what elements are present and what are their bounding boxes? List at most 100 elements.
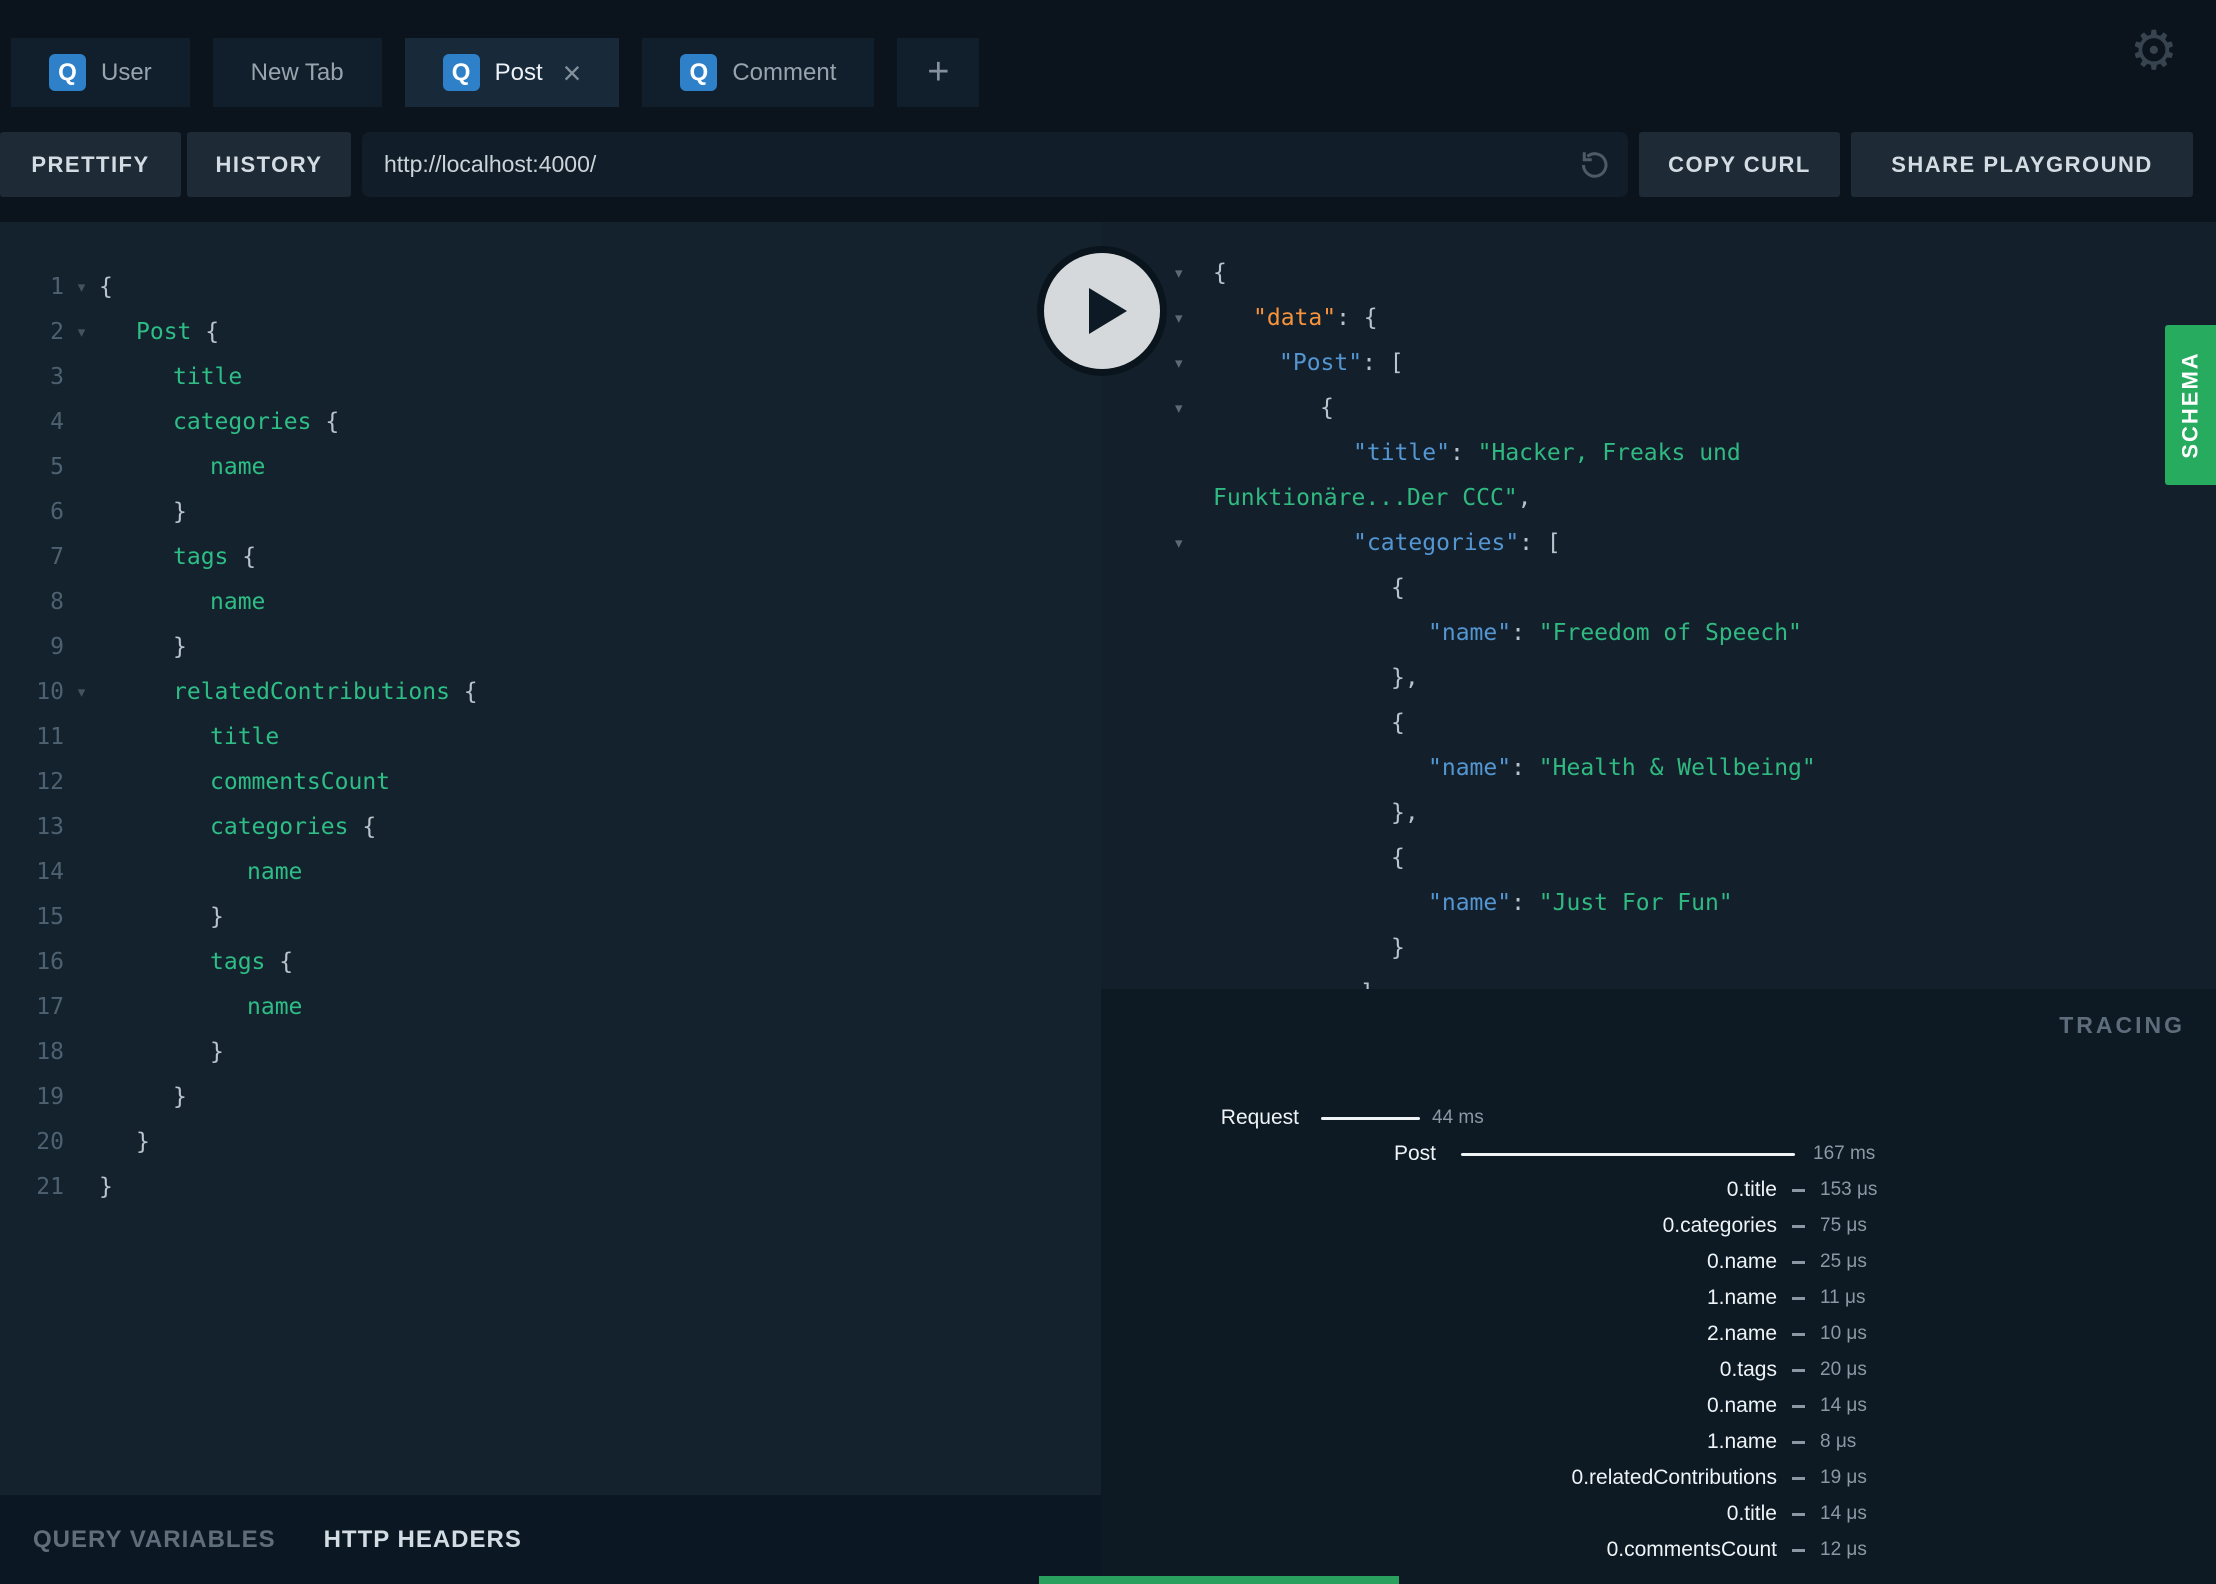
tab-bar: Q User New Tab Q Post × Q Comment + ⚙ xyxy=(0,0,2216,107)
punctuation: : { xyxy=(1336,304,1378,331)
trace-label: 0.title xyxy=(1726,1502,1777,1525)
code-text: } xyxy=(99,1174,113,1200)
code-text: }, xyxy=(1213,800,1419,826)
code-text: Funktionäre...Der CCC", xyxy=(1213,485,1532,511)
code-text: { xyxy=(1213,845,1405,871)
new-tab-button[interactable]: + xyxy=(897,38,980,107)
json-key: "name" xyxy=(1428,754,1512,781)
trace-duration: 14 μs xyxy=(1820,1395,1867,1416)
tabs-row: Q User New Tab Q Post × Q Comment + xyxy=(11,38,980,107)
result-viewer: ▾{▾ "data": {▾ "Post": [▾{"title": "Hacker… xyxy=(1101,222,2216,990)
code-text: categories { xyxy=(99,814,376,840)
punctuation: { xyxy=(311,408,340,435)
result-pane: ▾{▾ "data": {▾ "Post": [▾{"title": "Hacker… xyxy=(1101,222,2216,1584)
code-text: } xyxy=(99,499,187,525)
tab-user[interactable]: Q User xyxy=(11,38,190,107)
code-text: categories { xyxy=(99,409,339,435)
tracing-title: TRACING xyxy=(2059,1012,2185,1038)
code-text: "name": "Just For Fun" xyxy=(1213,890,1733,916)
trace-row: 0.title 153 μs xyxy=(1101,1172,2216,1208)
share-playground-button[interactable]: SHARE PLAYGROUND xyxy=(1851,132,2193,197)
line-number: 8 xyxy=(50,588,64,615)
result-line: "name": "Freedom of Speech" xyxy=(1101,610,2216,655)
history-button[interactable]: HISTORY xyxy=(187,132,351,197)
result-line: "name": "Just For Fun" xyxy=(1101,880,2216,925)
result-line: ▾ "categories": [ xyxy=(1101,520,2216,565)
punctuation: }, xyxy=(1391,799,1419,826)
fold-arrow-icon[interactable]: ▾ xyxy=(64,683,99,701)
fold-arrow-icon[interactable]: ▾ xyxy=(64,278,99,296)
fold-arrow-icon[interactable]: ▾ xyxy=(1101,534,1213,552)
execute-button-circle xyxy=(1044,253,1160,369)
punctuation: } xyxy=(173,633,187,660)
trace-row: 0.commentsCount 12 μs xyxy=(1101,1532,2216,1568)
field-name: Post xyxy=(136,318,192,345)
http-headers-tab[interactable]: HTTP HEADERS xyxy=(324,1526,522,1554)
fold-arrow-icon[interactable]: ▾ xyxy=(64,323,99,341)
prettify-button[interactable]: PRETTIFY xyxy=(0,132,181,197)
result-line: { xyxy=(1101,565,2216,610)
tab-new-tab[interactable]: New Tab xyxy=(212,38,382,107)
trace-duration: 20 μs xyxy=(1820,1359,1867,1380)
line-number: 21 xyxy=(36,1173,64,1200)
code-text: relatedContributions { xyxy=(99,679,478,705)
editor-line: 12 commentsCount xyxy=(0,759,1101,804)
json-key: "name" xyxy=(1428,889,1512,916)
trace-label: 0.commentsCount xyxy=(1606,1538,1777,1561)
code-text: { xyxy=(1213,575,1405,601)
line-number: 17 xyxy=(36,993,64,1020)
tab-post[interactable]: Q Post × xyxy=(404,38,620,107)
code-text: { xyxy=(1213,395,1334,421)
execute-query-button[interactable] xyxy=(1037,246,1167,376)
copy-curl-button[interactable]: COPY CURL xyxy=(1639,132,1840,197)
trace-duration: 8 μs xyxy=(1820,1431,1857,1452)
line-number: 1 xyxy=(50,273,64,300)
json-key: "Post" xyxy=(1279,349,1363,376)
trace-label: Request xyxy=(1220,1106,1299,1129)
schema-tab[interactable]: SCHEMA xyxy=(2165,325,2216,485)
field-name: categories xyxy=(210,813,349,840)
field-name: categories xyxy=(173,408,312,435)
trace-label: Post xyxy=(1393,1142,1436,1165)
query-editor[interactable]: 1 ▾{2 ▾ Post {3 title 4 categories {5 name 6} 7 ta… xyxy=(0,222,1101,1495)
trace-label: 1.name xyxy=(1706,1286,1777,1309)
punctuation: } xyxy=(173,498,187,525)
reload-schema-icon[interactable] xyxy=(1576,147,1612,183)
punctuation: { xyxy=(1391,574,1405,601)
trace-tick xyxy=(1792,1476,1805,1480)
trace-tick xyxy=(1792,1296,1805,1300)
punctuation: { xyxy=(1213,259,1227,286)
field-name: name xyxy=(210,453,266,480)
punctuation: , xyxy=(1517,484,1532,511)
line-number: 12 xyxy=(36,768,64,795)
settings-gear-icon[interactable]: ⚙ xyxy=(2130,24,2178,78)
fold-arrow-icon[interactable]: ▾ xyxy=(1101,399,1213,417)
field-name: tags xyxy=(173,543,229,570)
tab-comment[interactable]: Q Comment xyxy=(642,38,875,107)
result-line: ] xyxy=(1101,970,2216,990)
query-variables-tab[interactable]: QUERY VARIABLES xyxy=(33,1526,276,1554)
toolbar: PRETTIFY HISTORY http://localhost:4000/ … xyxy=(0,107,2216,222)
editor-line: 7 tags { xyxy=(0,534,1101,579)
code-text: title xyxy=(99,724,279,750)
trace-label: 0.relatedContributions xyxy=(1571,1466,1777,1489)
tab-label: Comment xyxy=(732,58,837,86)
tab-label: New Tab xyxy=(250,58,344,86)
punctuation: { xyxy=(1391,844,1405,871)
code-text: "data": { xyxy=(1213,305,1378,331)
punctuation: { xyxy=(228,543,257,570)
endpoint-url-input[interactable]: http://localhost:4000/ xyxy=(362,132,1628,197)
field-name: commentsCount xyxy=(210,768,391,795)
line-number: 4 xyxy=(50,408,64,435)
trace-label: 2.name xyxy=(1706,1322,1777,1345)
line-number: 7 xyxy=(50,543,64,570)
trace-tick xyxy=(1792,1188,1805,1192)
line-number: 3 xyxy=(50,363,64,390)
close-tab-icon[interactable]: × xyxy=(563,57,582,89)
punctuation: } xyxy=(210,903,224,930)
result-line: ▾{ xyxy=(1101,250,2216,295)
line-number: 10 xyxy=(36,678,64,705)
editor-line: 6} xyxy=(0,489,1101,534)
json-key: "name" xyxy=(1428,619,1512,646)
trace-row: 0.name 25 μs xyxy=(1101,1244,2216,1280)
